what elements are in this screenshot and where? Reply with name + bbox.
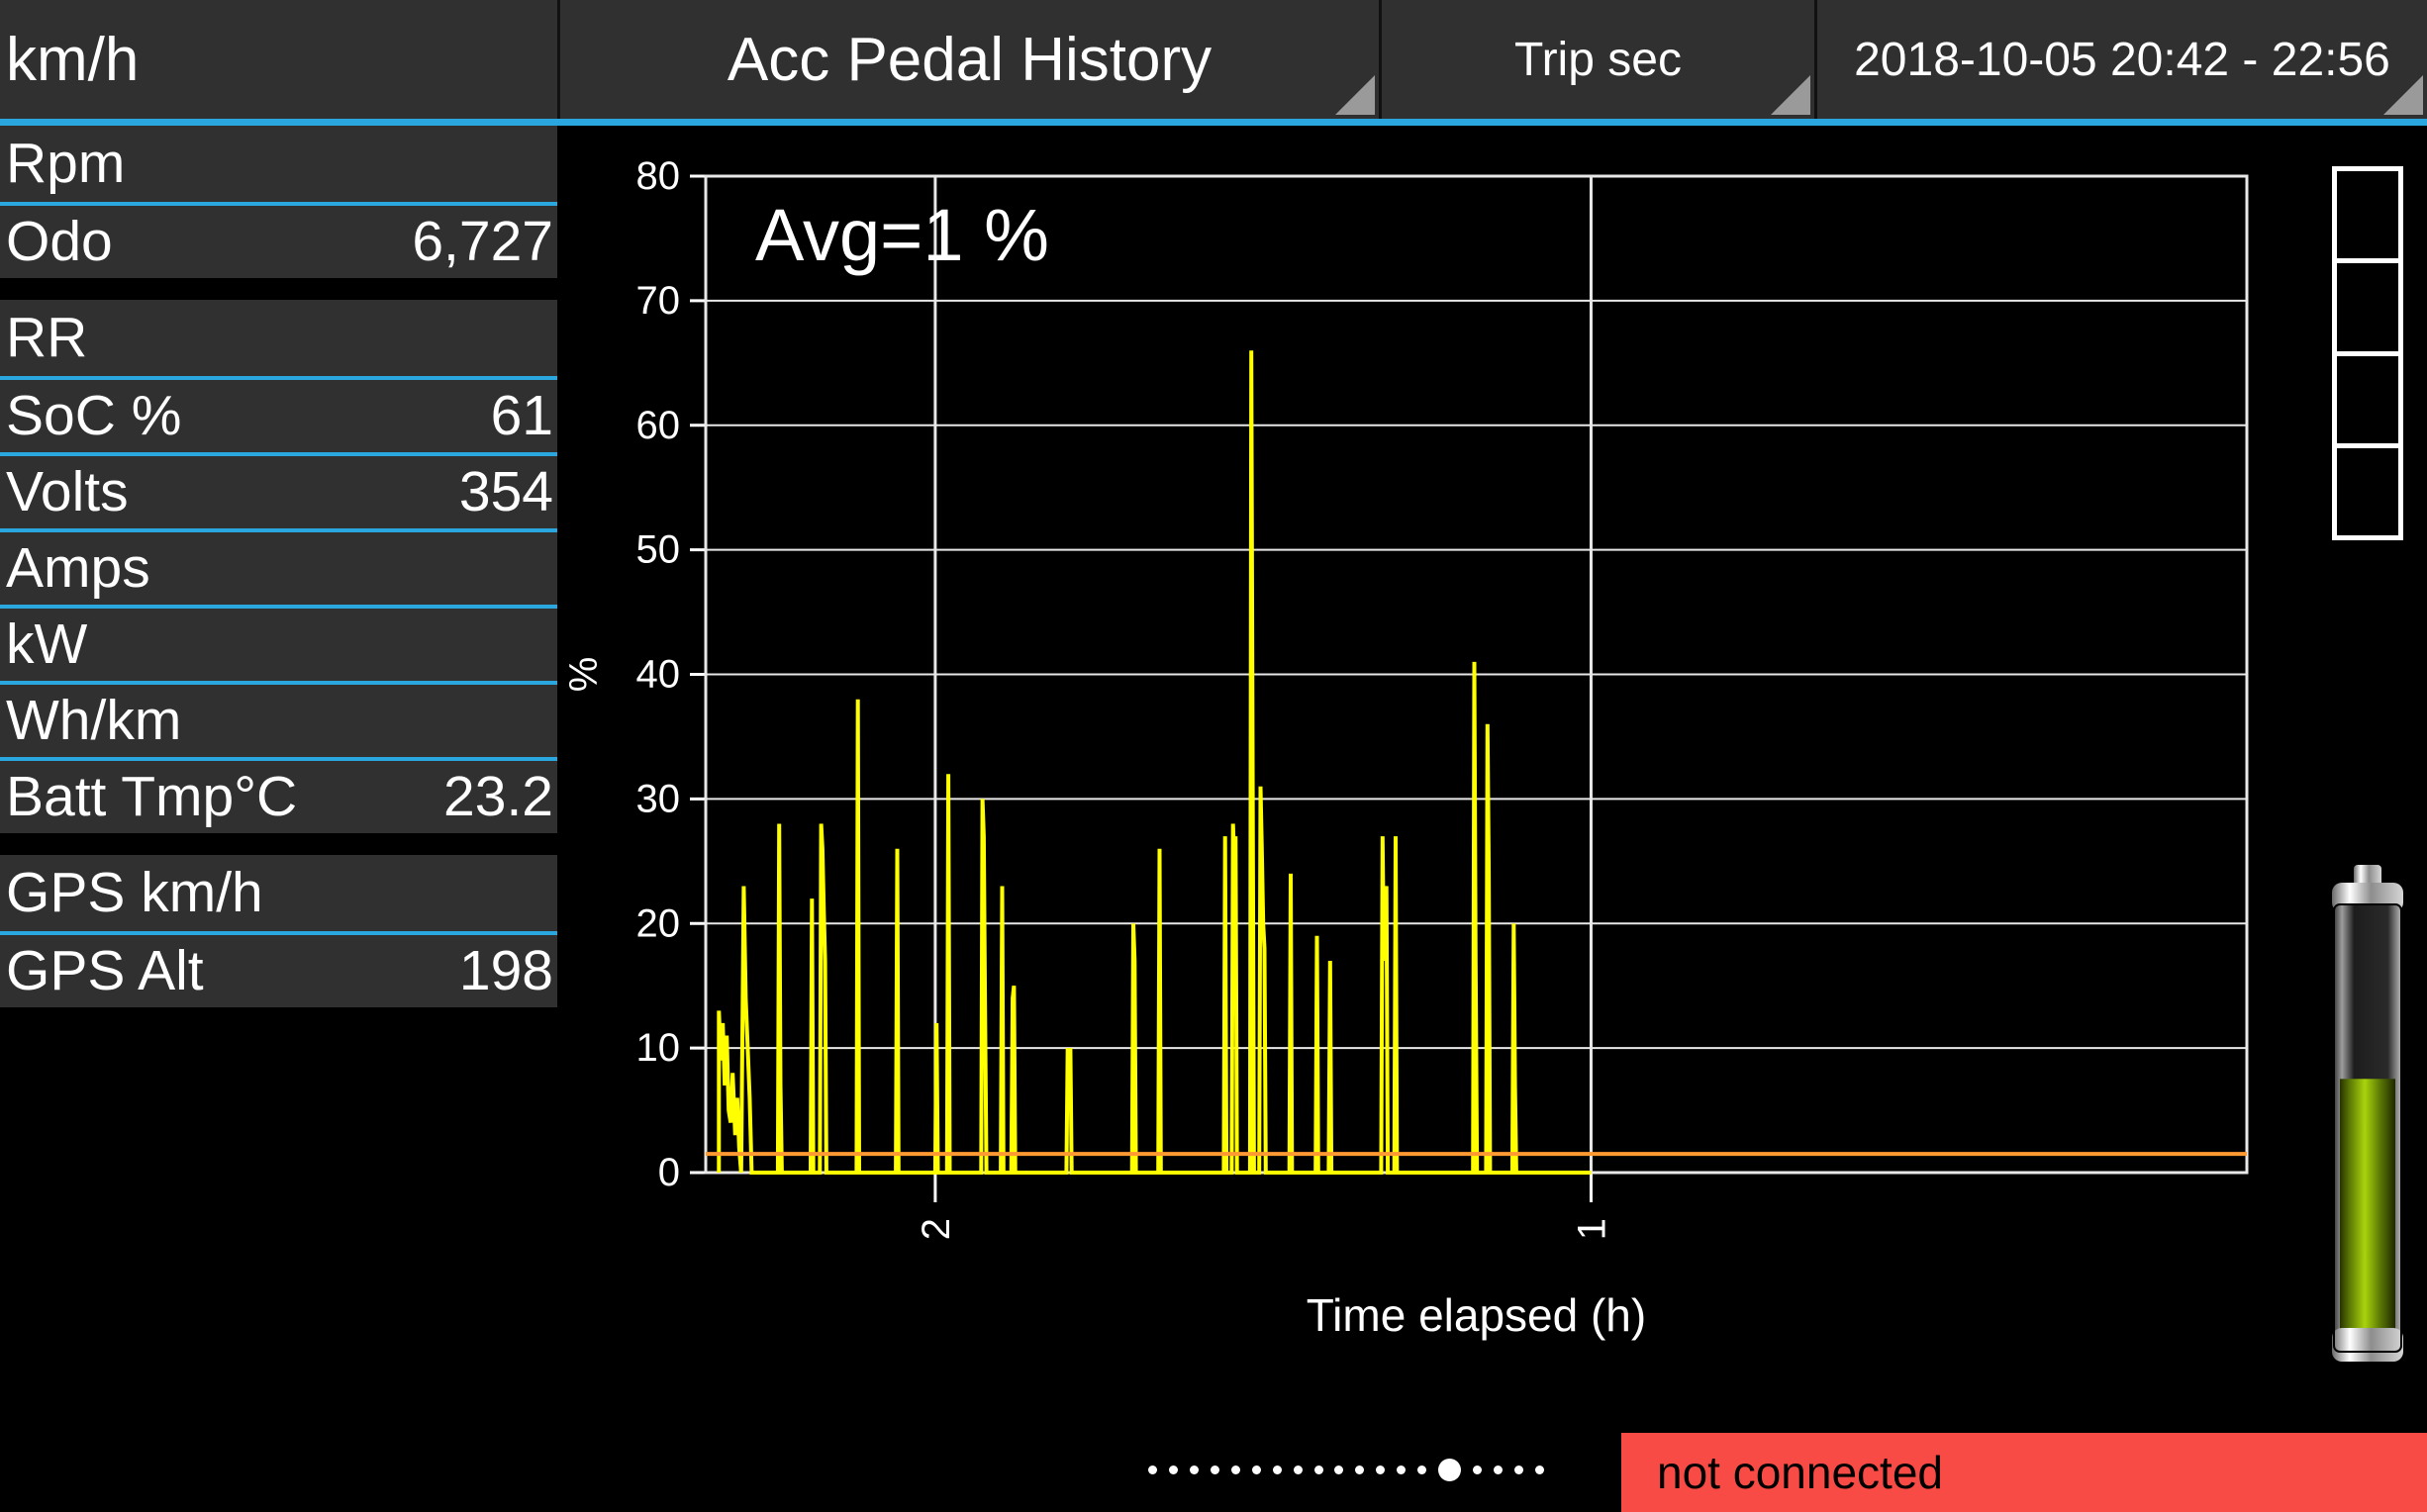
x-tick-label: 2 <box>915 1218 958 1240</box>
metric-label: Batt Tmp°C <box>6 765 298 828</box>
page-dot[interactable] <box>1293 1465 1303 1474</box>
y-tick-label: 40 <box>636 653 681 697</box>
metric-row[interactable]: GPS Alt 198 <box>0 931 557 1007</box>
y-tick-label: 0 <box>658 1151 680 1194</box>
y-tick-label: 70 <box>636 279 681 323</box>
status-text: not connected <box>1657 1447 1944 1498</box>
sidebar-group-gap <box>0 833 557 855</box>
y-tick-label: 10 <box>636 1026 681 1070</box>
metric-row[interactable]: RR <box>0 300 557 376</box>
gauge-segment <box>2337 442 2398 535</box>
metric-value: 6,727 <box>412 210 553 273</box>
metric-label: RR <box>6 306 88 369</box>
y-tick-label: 80 <box>636 154 681 198</box>
metric-row[interactable]: SoC % 61 <box>0 376 557 452</box>
acc-pedal-history-chart: 0 10 20 30 40 50 60 70 80 2 1 Avg=1 %% Time elapsed … <box>557 126 2427 1512</box>
status-banner: not connected <box>1621 1433 2427 1512</box>
gauge-segment <box>2337 350 2398 443</box>
page-dot[interactable] <box>1417 1465 1427 1474</box>
header-unit-label[interactable]: km/h <box>0 0 557 119</box>
metric-value: 354 <box>458 460 553 523</box>
metric-label: Rpm <box>6 132 126 195</box>
gauge-segment <box>2337 258 2398 351</box>
page-dot[interactable] <box>1494 1465 1503 1474</box>
page-dot[interactable] <box>1376 1465 1386 1474</box>
page-dot[interactable] <box>1513 1465 1523 1474</box>
x-axis-label: Time elapsed (h) <box>1307 1289 1646 1341</box>
chevron-corner-icon <box>2383 75 2423 115</box>
chevron-corner-icon <box>1771 75 1810 115</box>
x-tick-label: 1 <box>1570 1218 1613 1240</box>
metric-label: Volts <box>6 460 129 523</box>
date-range-label: 2018-10-05 20:42 - 22:56 <box>1854 33 2390 86</box>
metric-row[interactable]: Rpm <box>0 126 557 202</box>
page-dot-active[interactable] <box>1438 1458 1462 1481</box>
page-dot[interactable] <box>1355 1465 1365 1474</box>
metric-row[interactable]: Volts 354 <box>0 452 557 528</box>
page-dot[interactable] <box>1168 1465 1178 1474</box>
metric-label: GPS Alt <box>6 939 204 1002</box>
page-dot[interactable] <box>1148 1465 1157 1474</box>
metric-label: Wh/km <box>6 689 182 752</box>
page-dot[interactable] <box>1313 1465 1323 1474</box>
sidebar-group: Rpm Odo 6,727 <box>0 126 557 278</box>
page-indicator-dots[interactable] <box>1148 1455 1544 1484</box>
header-trip-tab[interactable]: Trip sec <box>1379 0 1814 119</box>
metric-label: SoC % <box>6 384 182 447</box>
metric-label: kW <box>6 613 88 676</box>
metric-row[interactable]: Wh/km <box>0 681 557 757</box>
y-tick-label: 30 <box>636 777 681 820</box>
metrics-sidebar: Rpm Odo 6,727 RR SoC % 61 Volts 354 Amps kW Wh/km B… <box>0 126 557 1512</box>
battery-icon <box>2332 865 2403 1362</box>
sidebar-group: RR SoC % 61 Volts 354 Amps kW Wh/km Batt Tmp°C 23… <box>0 300 557 833</box>
metric-value: 61 <box>490 384 553 447</box>
y-tick-label: 20 <box>636 901 681 945</box>
metric-label: GPS km/h <box>6 861 263 924</box>
chevron-corner-icon <box>1335 75 1375 115</box>
page-dot[interactable] <box>1210 1465 1219 1474</box>
page-dot[interactable] <box>1272 1465 1282 1474</box>
average-annotation: Avg=1 % <box>755 194 1049 276</box>
trip-tab-label: Trip sec <box>1514 33 1682 86</box>
metric-row[interactable]: GPS km/h <box>0 855 557 931</box>
page-dot[interactable] <box>1251 1465 1261 1474</box>
y-tick-label: 60 <box>636 404 681 447</box>
metric-label: Odo <box>6 210 113 273</box>
metric-row[interactable]: Amps <box>0 528 557 605</box>
sidebar-group: GPS km/h GPS Alt 198 <box>0 855 557 1007</box>
metric-row[interactable]: Odo 6,727 <box>0 202 557 278</box>
page-dot[interactable] <box>1230 1465 1240 1474</box>
segment-gauge <box>2332 166 2403 540</box>
top-header-bar: km/h Acc Pedal History Trip sec 2018-10-… <box>0 0 2427 119</box>
sidebar-group-gap <box>0 278 557 300</box>
page-dot[interactable] <box>1397 1465 1407 1474</box>
metric-row[interactable]: kW <box>0 605 557 681</box>
header-title-tab[interactable]: Acc Pedal History <box>557 0 1379 119</box>
header-date-range-tab[interactable]: 2018-10-05 20:42 - 22:56 <box>1814 0 2427 119</box>
y-tick-label: 50 <box>636 528 681 572</box>
header-underline <box>0 119 2427 126</box>
page-dot[interactable] <box>1473 1465 1483 1474</box>
metric-value: 198 <box>458 939 553 1002</box>
page-dot[interactable] <box>1189 1465 1199 1474</box>
page-title: Acc Pedal History <box>727 25 1213 94</box>
metric-row[interactable]: Batt Tmp°C 23.2 <box>0 757 557 833</box>
metric-label: Amps <box>6 536 150 600</box>
chart-panel[interactable]: 0 10 20 30 40 50 60 70 80 2 1 Avg=1 %% Time elapsed … <box>557 126 2427 1512</box>
header-unit-text: km/h <box>6 25 140 94</box>
gauge-segment <box>2337 171 2398 259</box>
page-dot[interactable] <box>1534 1465 1544 1474</box>
page-dot[interactable] <box>1334 1465 1344 1474</box>
y-axis-label: % <box>562 657 606 693</box>
metric-value: 23.2 <box>443 765 553 828</box>
